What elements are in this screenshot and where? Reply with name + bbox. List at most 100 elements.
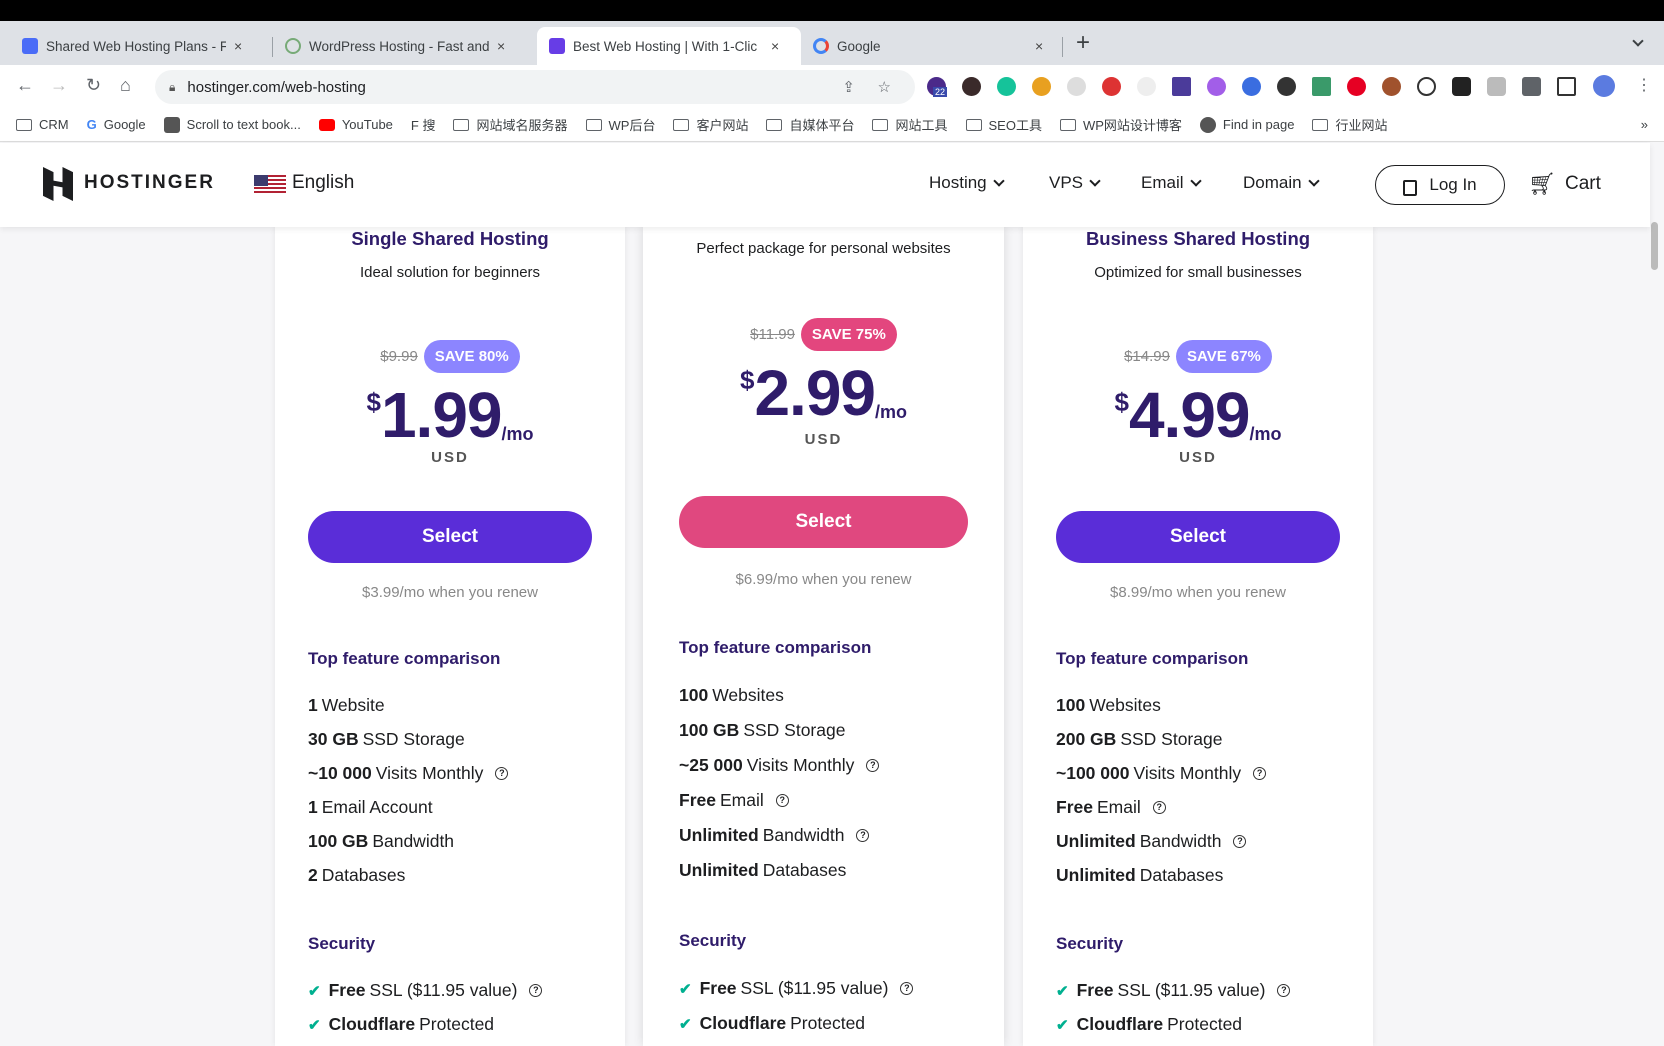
menu-vps[interactable]: VPS xyxy=(1049,173,1101,193)
cart-link[interactable]: Cart xyxy=(1565,173,1601,195)
cart-icon[interactable]: 🛒︎ xyxy=(1528,171,1556,197)
url-text[interactable]: hostinger.com/web-hosting xyxy=(187,79,365,96)
currency: $ xyxy=(366,387,381,417)
menu-domain[interactable]: Domain xyxy=(1243,173,1320,193)
grammarly-icon[interactable] xyxy=(997,77,1016,96)
feature-label: Websites xyxy=(1089,695,1161,715)
extension-icon[interactable] xyxy=(1032,77,1051,96)
extension-icon[interactable] xyxy=(1277,77,1296,96)
help-icon[interactable]: ? xyxy=(1233,835,1247,848)
puzzle-icon[interactable] xyxy=(1522,77,1541,96)
home-icon[interactable]: ⌂ xyxy=(120,75,131,96)
plan-card-business: Business Shared Hosting Optimized for sm… xyxy=(1023,226,1373,1046)
bookmark-google[interactable]: G Google xyxy=(87,117,146,132)
logo-text[interactable]: HOSTINGER xyxy=(84,172,215,194)
feature-value: 1 xyxy=(308,695,318,715)
price-amount: 2.99 xyxy=(754,357,876,429)
feature-item: 100 Websites xyxy=(679,685,1040,706)
bookmark-scroll[interactable]: Scroll to text book... xyxy=(163,116,301,133)
cookie-icon[interactable] xyxy=(1382,77,1401,96)
share-icon[interactable]: ⇪ xyxy=(842,78,855,96)
menu-email[interactable]: Email xyxy=(1141,173,1202,193)
extension-icon[interactable] xyxy=(1417,77,1436,96)
bookmark-star-icon[interactable]: ☆ xyxy=(878,78,891,96)
reload-icon[interactable]: ↻ xyxy=(86,75,101,96)
address-bar[interactable]: 🔒︎ hostinger.com/web-hosting ⇪ ☆ xyxy=(155,70,915,104)
extension-icon[interactable]: 22 xyxy=(927,77,948,97)
extension-icon[interactable] xyxy=(1452,77,1471,96)
side-panel-icon[interactable] xyxy=(1557,77,1576,96)
more-bookmarks-button[interactable]: » xyxy=(1641,117,1648,132)
menu-hosting[interactable]: Hosting xyxy=(929,173,1005,193)
help-icon[interactable]: ? xyxy=(856,829,870,842)
tab-search-chevron-icon[interactable] xyxy=(1632,35,1644,47)
tab-best-web-hosting[interactable]: Best Web Hosting | With 1-Clic × xyxy=(537,27,801,65)
bookmark-folder[interactable]: 行业网站 xyxy=(1312,115,1388,134)
feature-item: 100 GB SSD Storage xyxy=(679,720,1040,741)
help-icon[interactable]: ? xyxy=(1152,801,1166,814)
pinterest-icon[interactable] xyxy=(1347,77,1366,96)
bookmark-folder[interactable]: WP后台 xyxy=(585,115,656,134)
close-icon[interactable]: × xyxy=(771,38,779,54)
help-icon[interactable]: ? xyxy=(495,767,509,780)
bookmark-folder[interactable]: 网站域名服务器 xyxy=(453,115,568,134)
avatar[interactable] xyxy=(1593,75,1615,97)
hostinger-logo-icon[interactable] xyxy=(43,167,73,201)
extension-icon[interactable] xyxy=(1172,77,1191,96)
plan-card-premium: Perfect package for personal websites $1… xyxy=(643,226,1004,1046)
scrollbar-thumb[interactable] xyxy=(1651,222,1658,270)
help-icon[interactable]: ? xyxy=(1253,767,1267,780)
chevron-down-icon xyxy=(1189,174,1202,187)
camera-icon[interactable] xyxy=(1487,77,1506,96)
extension-icon[interactable] xyxy=(1137,77,1156,96)
security-item: ✔ Free SSL ($11.95 value)? xyxy=(308,980,658,1001)
menu-kebab-icon[interactable]: ⋮ xyxy=(1636,75,1652,95)
feature-label: Email xyxy=(719,790,764,810)
bookmark-label: F 搜 xyxy=(410,118,436,133)
old-price: $9.99 xyxy=(380,348,418,365)
extension-icon[interactable] xyxy=(1102,77,1121,96)
forward-icon[interactable]: → xyxy=(50,75,68,96)
help-icon[interactable]: ? xyxy=(529,984,543,997)
select-button[interactable]: Select xyxy=(679,496,968,548)
extension-icon[interactable] xyxy=(1242,77,1261,96)
help-icon[interactable]: ? xyxy=(866,759,880,772)
extension-icon[interactable] xyxy=(1207,77,1226,96)
tab-shared-hosting[interactable]: Shared Web Hosting Plans - Fa × xyxy=(10,27,254,65)
bookmark-find-in-page[interactable]: Find in page xyxy=(1199,116,1294,133)
select-button[interactable]: Select xyxy=(1056,511,1340,563)
bookmark-label: Scroll to text book... xyxy=(186,117,301,132)
extension-icon[interactable] xyxy=(1067,77,1086,96)
close-icon[interactable]: × xyxy=(1035,38,1043,54)
feature-value: Free xyxy=(699,978,737,998)
bookmark-label: WP后台 xyxy=(608,118,656,133)
bookmark-youtube[interactable]: YouTube xyxy=(318,117,393,132)
back-icon[interactable]: ← xyxy=(16,75,34,96)
bookmark-folder[interactable]: 自媒体平台 xyxy=(766,115,854,134)
extension-icon[interactable] xyxy=(1312,77,1331,96)
bookmark-f[interactable]: F 搜 xyxy=(411,115,436,134)
close-icon[interactable]: × xyxy=(234,38,242,54)
site-header: HOSTINGER English Hosting VPS Email Doma… xyxy=(0,143,1650,227)
feature-label: Email Account xyxy=(321,797,433,817)
extension-icon[interactable] xyxy=(962,77,981,96)
bookmark-favicon xyxy=(163,116,180,133)
help-icon[interactable]: ? xyxy=(775,794,789,807)
bookmark-folder[interactable]: WP网站设计博客 xyxy=(1059,115,1182,134)
close-icon[interactable]: × xyxy=(497,38,505,54)
language-selector[interactable]: English xyxy=(292,172,354,194)
select-button[interactable]: Select xyxy=(308,511,592,563)
help-icon[interactable]: ? xyxy=(900,982,914,995)
tab-google[interactable]: Google × xyxy=(801,27,1061,65)
bookmark-folder[interactable]: SEO工具 xyxy=(965,115,1042,134)
check-icon: ✔ xyxy=(679,980,692,998)
bookmark-folder[interactable]: 网站工具 xyxy=(872,115,948,134)
tab-wordpress-hosting[interactable]: WordPress Hosting - Fast and × xyxy=(273,27,517,65)
save-badge: SAVE 75% xyxy=(800,318,897,351)
new-tab-button[interactable]: + xyxy=(1076,29,1090,57)
login-button[interactable]: Log In xyxy=(1375,165,1505,205)
feature-label: Databases xyxy=(321,865,406,885)
help-icon[interactable]: ? xyxy=(1277,984,1291,997)
bookmark-folder[interactable]: 客户网站 xyxy=(673,115,748,134)
bookmark-crm[interactable]: CRM xyxy=(16,117,69,132)
